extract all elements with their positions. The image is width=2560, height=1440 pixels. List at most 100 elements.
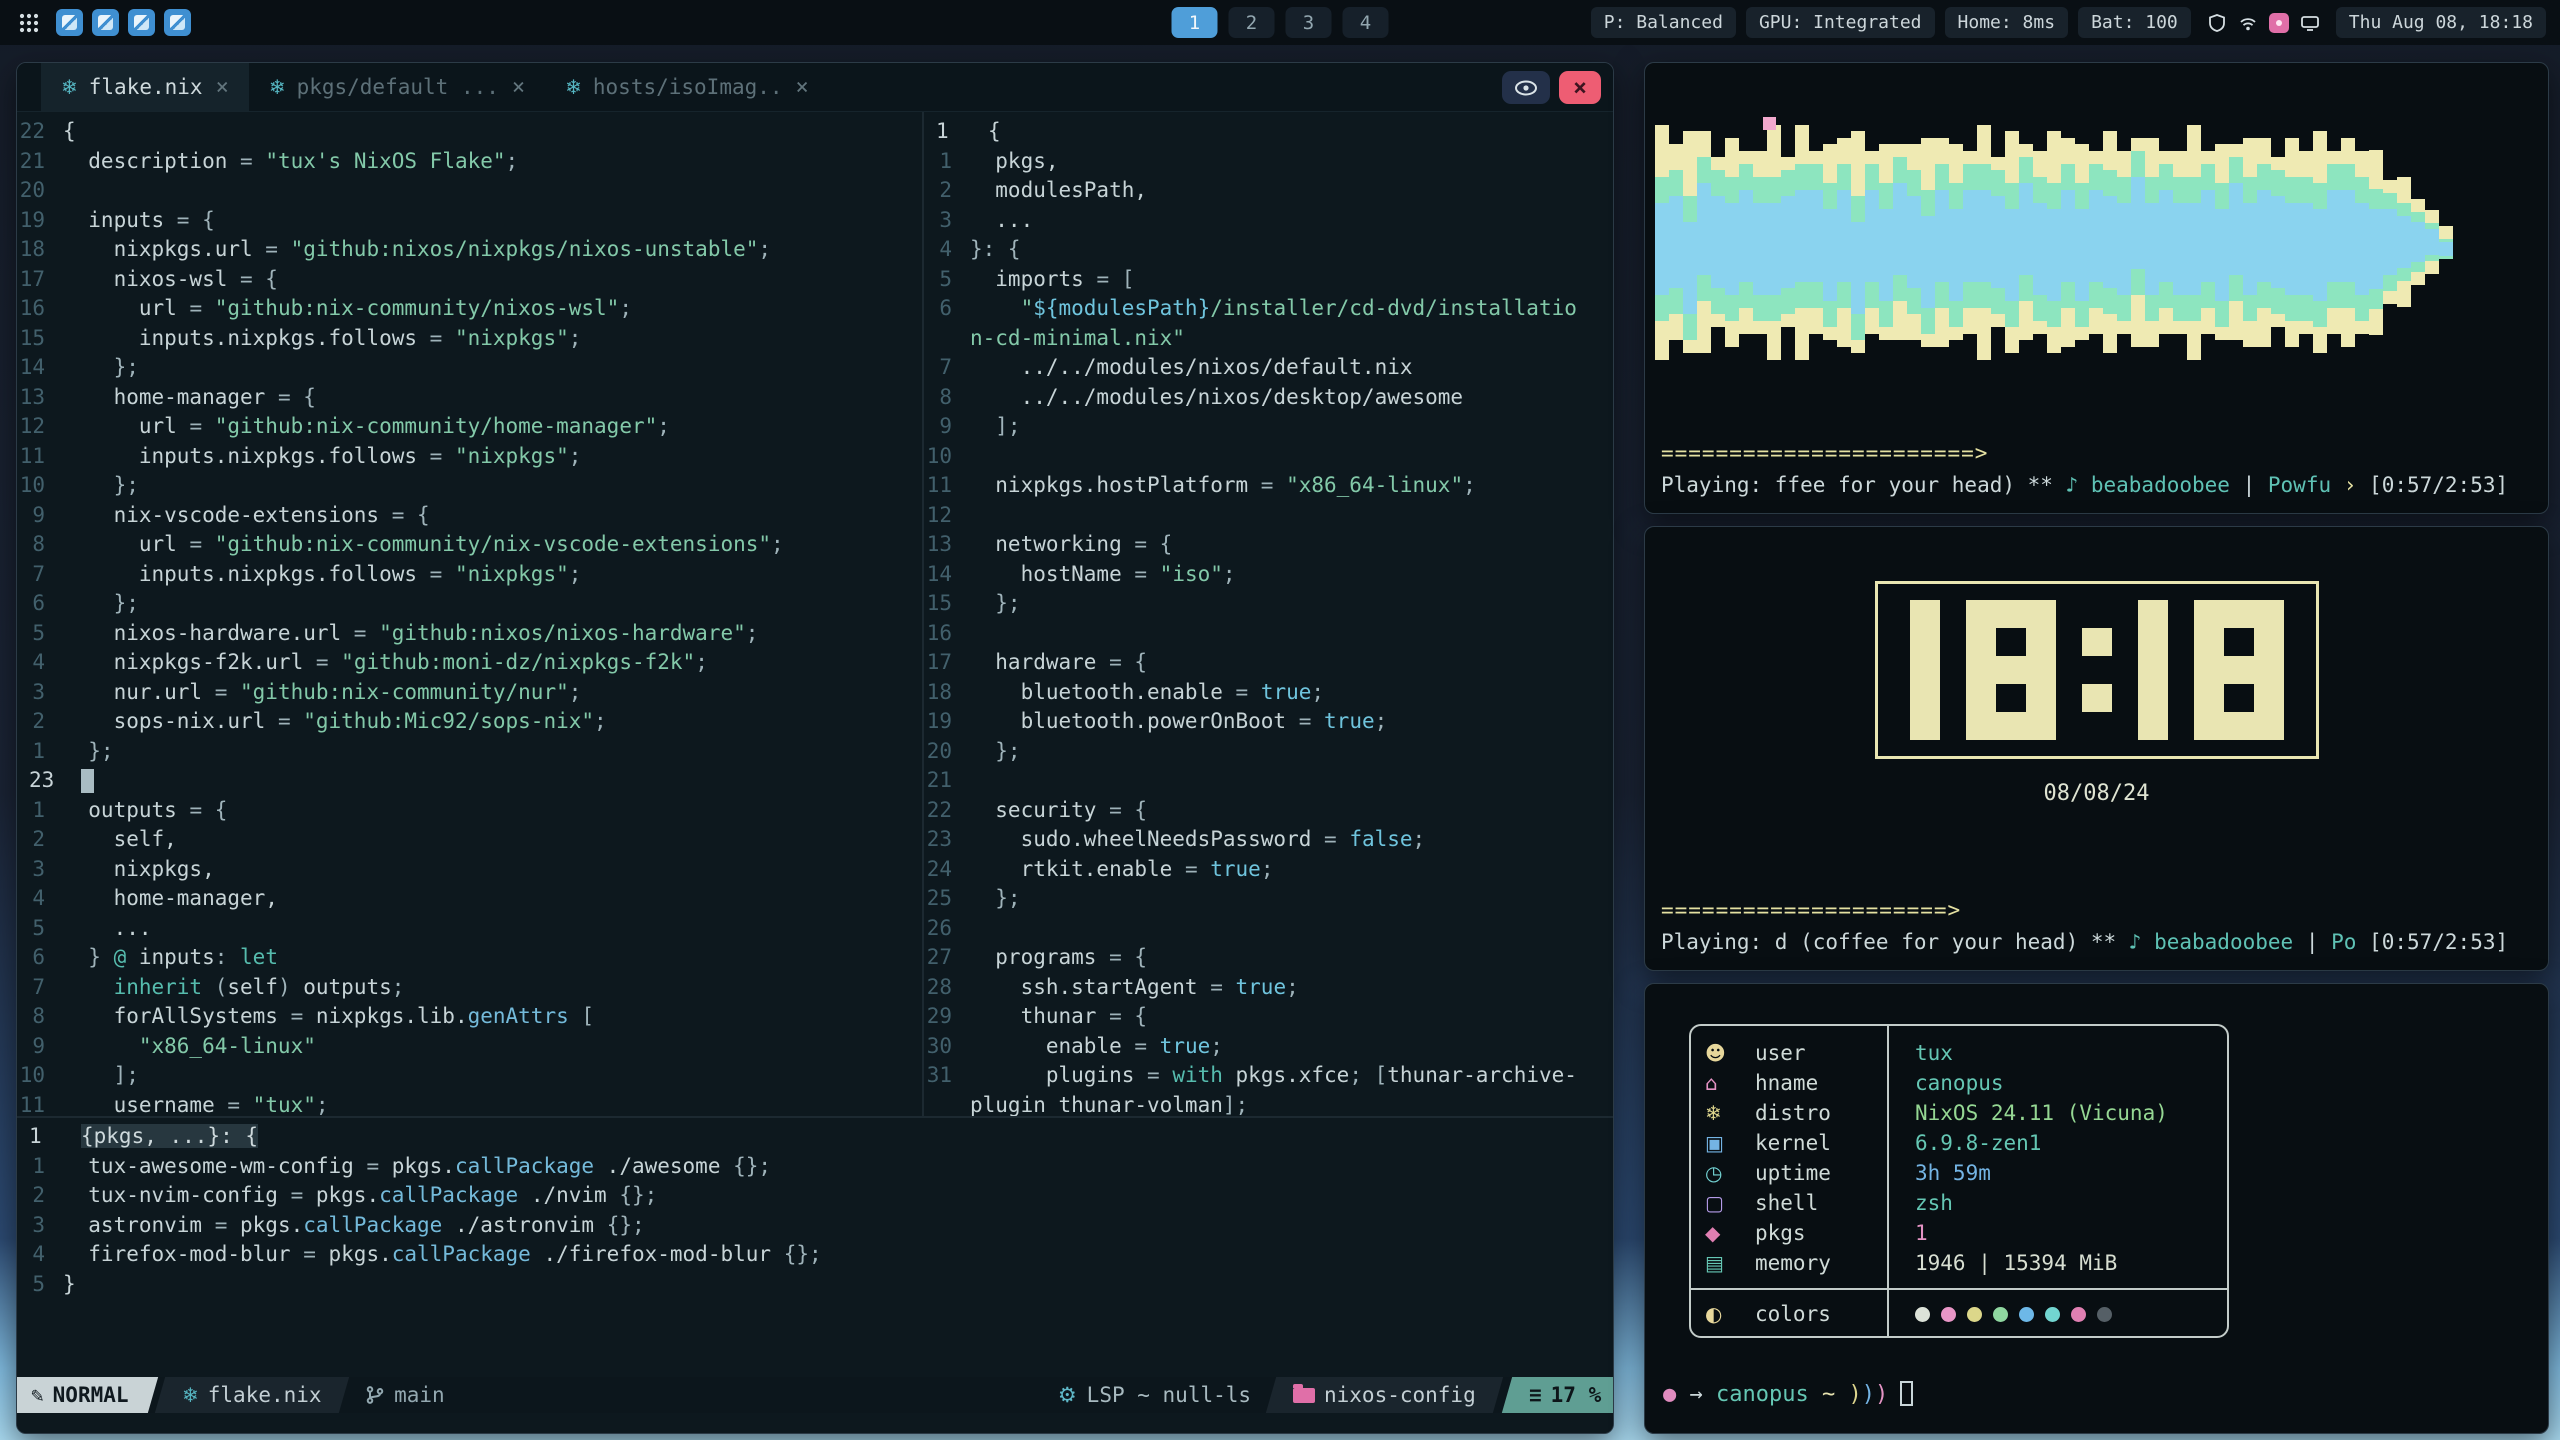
code-line: 4 firefox-mod-blur = pkgs.callPackage ./… [17, 1240, 1613, 1270]
prompt-segment: canopus [1716, 1382, 1822, 1407]
workspace-tag-2[interactable]: 2 [1229, 7, 1275, 38]
code-line: 4 nixpkgs-f2k.url = "github:moni-dz/nixp… [17, 648, 922, 678]
palette-dot [1941, 1307, 1956, 1322]
media-icon[interactable] [2269, 13, 2289, 33]
fetch-window[interactable]: ☻usertux⌂hnamecanopus❄distroNixOS 24.11 … [1644, 983, 2549, 1434]
shell-prompt[interactable]: ● → canopus ~ ))) [1663, 1376, 1913, 1407]
line-number: 23 [17, 766, 81, 796]
app-launcher-icon[interactable] [14, 8, 44, 38]
tabline: ❄flake.nix×❄pkgs/default ...×❄hosts/isoI… [17, 63, 1613, 112]
code-line: 30 enable = true; [924, 1032, 1613, 1062]
code-line: 12 url = "github:nix-community/home-mana… [17, 412, 922, 442]
taskbar-app-icon[interactable] [164, 9, 191, 36]
eye-icon [1514, 80, 1538, 96]
prompt-segment: ● [1663, 1382, 1690, 1407]
display-icon[interactable] [2300, 13, 2320, 33]
code-line: 3 astronvim = pkgs.callPackage ./astronv… [17, 1211, 1613, 1241]
line-number: 21 [17, 147, 63, 177]
file-segment: ❄flake.nix [154, 1377, 348, 1413]
editor-pane-pkgs[interactable]: 1{pkgs, ...}: {1 tux-awesome-wm-config =… [17, 1116, 1613, 1377]
tab-close-icon[interactable]: × [512, 75, 525, 100]
right-column: =======================> Playing: ffee f… [1644, 62, 2549, 1434]
window-close-button[interactable]: × [1559, 71, 1601, 104]
code-line: 5 ... [17, 914, 922, 944]
code-line: 5 nixos-hardware.url = "github:nixos/nix… [17, 619, 922, 649]
line-number: 7 [17, 973, 63, 1003]
fetch-value: 6.9.8-zen1 [1887, 1131, 2041, 1155]
code-line: 16 [924, 619, 1613, 649]
line-number: 6 [17, 589, 63, 619]
gear-icon: ⚙ [1058, 1383, 1077, 1407]
music-progress-bar: =======================> [1661, 437, 2532, 469]
project-segment: nixos-config [1266, 1377, 1503, 1413]
prompt-segment: ) [1875, 1382, 1888, 1407]
workspace-switcher: 1234 [1172, 7, 1389, 38]
line-number: 10 [17, 1061, 63, 1091]
code-line: 20 }; [924, 737, 1613, 767]
code-line: 21 [924, 766, 1613, 796]
workspace-tag-1[interactable]: 1 [1172, 7, 1218, 38]
palette-dot [1993, 1307, 2008, 1322]
taskbar-app-icon[interactable] [128, 9, 155, 36]
editor-pane-iso[interactable]: 1{1 pkgs,2 modulesPath,3 ...4}: {5 impor… [922, 112, 1613, 1116]
taskbar-app-icon[interactable] [92, 9, 119, 36]
fetch-value: tux [1887, 1041, 1953, 1065]
now-playing-text: Playing: d (coffee for your head) ** ♪ b… [1661, 926, 2532, 958]
now-playing-block: =====================> Playing: d (coffe… [1661, 894, 2532, 958]
line-number: 14 [17, 353, 63, 383]
line-number: 18 [17, 235, 63, 265]
tab-close-icon[interactable]: × [796, 75, 809, 100]
top-bar: 1234 P: BalancedGPU: IntegratedHome: 8ms… [0, 0, 2560, 45]
code-line: 10 }; [17, 471, 922, 501]
workspace-tag-4[interactable]: 4 [1343, 7, 1389, 38]
kernel-icon: ▣ [1705, 1131, 1755, 1155]
clock-window[interactable]: 08/08/24 =====================> Playing:… [1644, 526, 2549, 971]
code-line: 9 nix-vscode-extensions = { [17, 501, 922, 531]
code-line: 19 bluetooth.powerOnBoot = true; [924, 707, 1613, 737]
code-line: 6 }; [17, 589, 922, 619]
line-number: 15 [924, 589, 970, 619]
workspace-tag-3[interactable]: 3 [1286, 7, 1332, 38]
wifi-icon[interactable] [2238, 13, 2258, 33]
taskbar-app-icon[interactable] [56, 9, 83, 36]
code-line: 25 }; [924, 884, 1613, 914]
code-line: 17 hardware = { [924, 648, 1613, 678]
fetch-label: distro [1755, 1101, 1887, 1125]
fetch-label: colors [1755, 1302, 1887, 1326]
line-number: 20 [17, 176, 63, 206]
line-number: 2 [924, 176, 970, 206]
visualizer-window[interactable]: =======================> Playing: ffee f… [1644, 62, 2549, 514]
line-number: 1 [17, 1152, 63, 1182]
line-number: 20 [924, 737, 970, 767]
fetch-label: memory [1755, 1251, 1887, 1275]
line-number: 13 [17, 383, 63, 413]
editor-window[interactable]: ❄flake.nix×❄pkgs/default ...×❄hosts/isoI… [16, 62, 1614, 1434]
now-playing-block: =======================> Playing: ffee f… [1661, 437, 2532, 501]
code-line: 9 "x86_64-linux" [17, 1032, 922, 1062]
clock-widget[interactable]: Thu Aug 08, 18:18 [2336, 7, 2546, 38]
topbar-right: P: BalancedGPU: IntegratedHome: 8msBat: … [1591, 7, 2546, 38]
code-line: 22 security = { [924, 796, 1613, 826]
code-line: 18 nixpkgs.url = "github:nixos/nixpkgs/n… [17, 235, 922, 265]
line-number [924, 1091, 970, 1117]
palette-dot [2097, 1307, 2112, 1322]
line-number: 31 [924, 1061, 970, 1091]
command-line[interactable] [17, 1413, 1613, 1433]
line-number: 6 [924, 294, 970, 324]
titlebar-buttons: × [1502, 71, 1601, 104]
editor-pane-flake[interactable]: 22{21 description = "tux's NixOS Flake";… [17, 112, 922, 1116]
tab-flake-nix[interactable]: ❄flake.nix× [41, 63, 249, 111]
line-number: 19 [17, 206, 63, 236]
line-number: 5 [17, 619, 63, 649]
code-line: 3 nixpkgs, [17, 855, 922, 885]
now-playing-text: Playing: ffee for your head) ** ♪ beabad… [1661, 469, 2532, 501]
nix-icon: ❄ [269, 75, 286, 99]
line-number: 16 [924, 619, 970, 649]
code-line: 19 inputs = { [17, 206, 922, 236]
tab-close-icon[interactable]: × [216, 75, 229, 100]
shell-icon: ▢ [1705, 1191, 1755, 1215]
tab-pkgs-default-[interactable]: ❄pkgs/default ...× [249, 63, 545, 111]
tab-hosts-isoimag-[interactable]: ❄hosts/isoImag..× [545, 63, 829, 111]
toggle-button[interactable] [1502, 71, 1550, 104]
shield-icon[interactable] [2207, 13, 2227, 33]
